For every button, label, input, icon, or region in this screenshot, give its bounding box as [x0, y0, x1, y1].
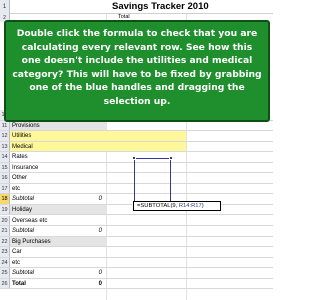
row-header[interactable]: 18	[0, 194, 10, 204]
category-label[interactable]: Total	[12, 279, 26, 290]
row-header[interactable]: 13	[0, 141, 10, 152]
total-value[interactable]: 0	[88, 268, 102, 279]
row-header[interactable]: 17	[0, 183, 10, 194]
formula-range-selection[interactable]	[134, 158, 171, 206]
formula-suffix: )	[201, 203, 204, 209]
row-header[interactable]: 25	[0, 268, 10, 278]
highlight-band	[10, 131, 186, 141]
formula-range: R14:R17	[178, 203, 202, 209]
category-label[interactable]: etc	[12, 184, 20, 195]
table-row: 20 Overseas etc	[0, 215, 273, 227]
table-row: 11 Provisions	[0, 120, 273, 132]
category-label[interactable]: Car	[12, 247, 22, 258]
row-header[interactable]: 16	[0, 173, 10, 183]
range-handle-top-right[interactable]	[169, 156, 173, 160]
table-row: 21 Subtotal 0	[0, 226, 273, 237]
total-value[interactable]: 0	[88, 226, 102, 237]
row-header[interactable]: 12	[0, 131, 10, 141]
category-label[interactable]: Overseas etc	[12, 216, 47, 227]
formula-text[interactable]: =SUBTOTAL(9, R14:R17)	[137, 202, 204, 210]
total-value[interactable]: 0	[88, 279, 102, 290]
row-header-1[interactable]: 1	[0, 0, 10, 14]
row-header[interactable]: 20	[0, 215, 10, 226]
row-header[interactable]: 23	[0, 247, 10, 257]
instruction-callout: Double click the formula to check that y…	[4, 20, 270, 122]
table-row: 23 Car	[0, 247, 273, 258]
table-row: 25 Subtotal 0	[0, 268, 273, 279]
category-label[interactable]: Insurance	[12, 163, 38, 174]
sheet-title[interactable]: Savings Tracker 2010	[112, 1, 209, 12]
callout-text: Double click the formula to check that y…	[12, 28, 262, 107]
category-label[interactable]: Subtotal	[12, 194, 34, 205]
table-row: 13 Medical	[0, 141, 273, 153]
table-row: 24 etc	[0, 257, 273, 269]
row-header[interactable]: 21	[0, 226, 10, 236]
spreadsheet: 1 Savings Tracker 2010 2 Total 10Persona…	[0, 0, 273, 300]
row-header[interactable]: 19	[0, 204, 10, 215]
table-row: 22 Big Purchases	[0, 236, 273, 248]
category-label[interactable]: Other	[12, 173, 27, 184]
table-row: 12 Utilities	[0, 131, 273, 142]
category-label[interactable]: Subtotal	[12, 226, 34, 237]
title-row: 1 Savings Tracker 2010	[0, 0, 273, 14]
category-label[interactable]: Big Purchases	[12, 237, 51, 248]
row-header[interactable]: 24	[0, 257, 10, 268]
total-value[interactable]: 0	[88, 194, 102, 205]
category-label[interactable]: Holiday	[12, 205, 32, 216]
range-handle-top-left[interactable]	[132, 156, 136, 160]
table-row: 26 Total 0	[0, 278, 273, 290]
category-label[interactable]: Rates	[12, 152, 28, 163]
category-label[interactable]: Provisions	[12, 121, 40, 132]
row-header[interactable]: 26	[0, 278, 10, 289]
category-label[interactable]: Subtotal	[12, 268, 34, 279]
category-label[interactable]: Utilities	[12, 131, 31, 142]
highlight-band	[10, 141, 186, 152]
formula-prefix: =SUBTOTAL(9,	[137, 203, 179, 209]
row-header[interactable]: 22	[0, 236, 10, 247]
row-header[interactable]: 14	[0, 152, 10, 162]
category-label[interactable]: etc	[12, 258, 20, 269]
category-label[interactable]: Medical	[12, 142, 33, 153]
row-header[interactable]: 15	[0, 162, 10, 173]
